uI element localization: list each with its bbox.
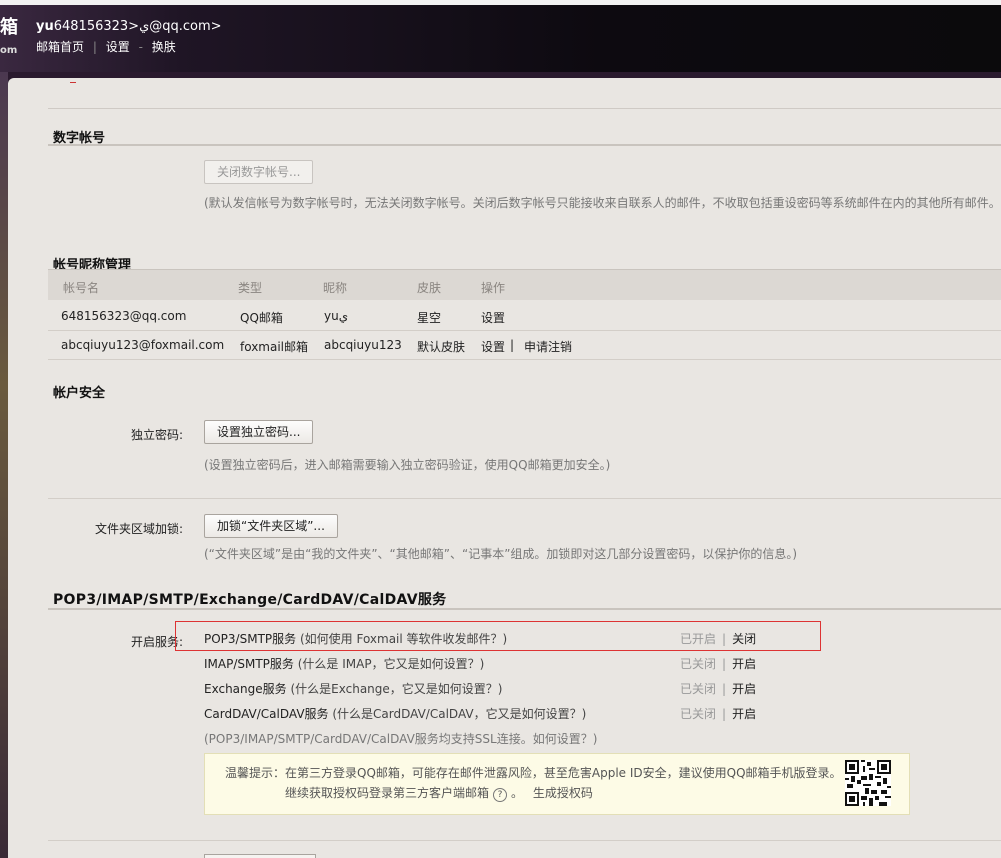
partial-button[interactable] xyxy=(204,854,316,858)
close-digital-account-button[interactable]: 关闭数字帐号... xyxy=(204,160,314,184)
account-name: yu xyxy=(36,19,54,34)
service-status: 已开启 | 关闭 xyxy=(680,630,756,647)
row-skin: 默认皮肤 xyxy=(417,340,466,354)
col-op: 操作 xyxy=(481,281,506,295)
apply-cancel-link[interactable]: 申请注销 xyxy=(524,338,572,355)
nav-separator: - xyxy=(138,40,143,54)
settings-panel: 数字帐号 关闭数字帐号... (默认发信帐号为数字帐号时，无法关闭数字帐号。关闭… xyxy=(8,78,1001,858)
status-text: 已开启 xyxy=(680,632,717,646)
status-separator: | xyxy=(722,657,727,671)
status-separator: | xyxy=(722,682,727,696)
service-pop3: POP3/SMTP服务 (如何使用 Foxmail 等软件收发邮件？) xyxy=(204,630,507,647)
digital-note: (默认发信帐号为数字帐号时，无法关闭数字帐号。关闭后数字帐号只能接收来自联系人的… xyxy=(204,196,1001,210)
row-account: abcqiuyu123@foxmail.com xyxy=(61,338,225,352)
row-settings-link[interactable]: 设置 xyxy=(481,309,505,326)
row-account: 648156323@qq.com xyxy=(61,309,187,323)
generate-auth-code-link[interactable]: 生成授权码 xyxy=(533,786,593,800)
status-separator: | xyxy=(722,632,727,646)
service-help-link[interactable]: (什么是Exchange，它又是如何设置？) xyxy=(290,682,502,696)
toggle-imap-link[interactable]: 开启 xyxy=(732,657,756,671)
toggle-pop3-link[interactable]: 关闭 xyxy=(732,632,756,646)
nav-separator: | xyxy=(92,40,97,54)
service-status: 已关闭 | 开启 xyxy=(680,705,756,722)
qr-code-icon xyxy=(845,760,891,806)
service-imap: IMAP/SMTP服务 (什么是 IMAP，它又是如何设置？) xyxy=(204,655,484,672)
section-divider xyxy=(48,608,1001,610)
logo-subtext: om xyxy=(0,45,18,56)
toggle-exchange-link[interactable]: 开启 xyxy=(732,682,756,696)
independent-password-note: (设置独立密码后，进入邮箱需要输入独立密码验证，使用QQ邮箱更加安全。) xyxy=(204,458,611,472)
logo-fragment: 箱 xyxy=(0,17,18,38)
service-status: 已关闭 | 开启 xyxy=(680,680,756,697)
row-divider xyxy=(48,330,1001,331)
ssl-note: (POP3/IMAP/SMTP/CardDAV/CalDAV服务均支持SSL连接… xyxy=(204,732,598,746)
tip-text-2: 继续获取授权码登录第三方客户端邮箱 xyxy=(285,786,490,800)
account-display: yu648156323>ي@qq.com> xyxy=(36,19,222,34)
folder-lock-label: 文件夹区域加锁: xyxy=(94,522,183,536)
divider xyxy=(48,108,1001,109)
row-type: QQ邮箱 xyxy=(240,311,283,325)
row-skin: 星空 xyxy=(417,311,442,325)
service-carddav: CardDAV/CalDAV服务 (什么是CardDAV/CalDAV，它又是如… xyxy=(204,705,586,722)
service-help-link[interactable]: (如何使用 Foxmail 等软件收发邮件？) xyxy=(300,632,507,646)
col-nick: 昵称 xyxy=(323,281,348,295)
service-help-link[interactable]: (什么是CardDAV/CalDAV，它又是如何设置？) xyxy=(332,707,586,721)
col-skin: 皮肤 xyxy=(417,281,442,295)
top-header: 箱 om yu648156323>ي@qq.com> 邮箱首页 | 设置 - 换… xyxy=(0,0,1001,72)
col-type: 类型 xyxy=(238,281,263,295)
row-type: foxmail邮箱 xyxy=(240,340,309,354)
tip-text: 温馨提示：在第三方登录QQ邮箱，可能存在邮件泄露风险，甚至危害Apple ID安… xyxy=(225,766,842,780)
nav-change-skin[interactable]: 换肤 xyxy=(152,40,176,54)
status-text: 已关闭 xyxy=(680,682,717,696)
service-exchange: Exchange服务 (什么是Exchange，它又是如何设置？) xyxy=(204,680,502,697)
top-nav: 邮箱首页 | 设置 - 换肤 xyxy=(36,38,176,55)
tip-period: 。 xyxy=(511,786,524,800)
service-help-link[interactable]: (什么是 IMAP，它又是如何设置？) xyxy=(298,657,485,671)
section-divider xyxy=(48,144,1001,146)
left-decoration xyxy=(0,72,8,858)
nickname-table-header: 帐号名 类型 昵称 皮肤 操作 xyxy=(48,270,1001,300)
service-status: 已关闭 | 开启 xyxy=(680,655,756,672)
row-divider xyxy=(48,359,1001,360)
tip-line-2: 继续获取授权码登录第三方客户端邮箱?。 生成授权码 xyxy=(285,784,593,802)
independent-password-label: 独立密码: xyxy=(130,428,183,442)
status-separator: | xyxy=(722,707,727,721)
status-text: 已关闭 xyxy=(680,657,717,671)
red-tick xyxy=(70,82,76,83)
lock-folder-area-button[interactable]: 加锁“文件夹区域”... xyxy=(204,514,338,538)
service-name: IMAP/SMTP服务 xyxy=(204,657,294,671)
col-account: 帐号名 xyxy=(63,281,100,295)
toggle-carddav-link[interactable]: 开启 xyxy=(732,707,756,721)
nav-settings[interactable]: 设置 xyxy=(106,40,130,54)
help-circle-icon[interactable]: ? xyxy=(493,788,508,802)
set-independent-password-button[interactable]: 设置独立密码... xyxy=(204,420,314,444)
row-settings-link[interactable]: 设置 xyxy=(481,338,505,355)
row-nick: abcqiuyu123 xyxy=(324,338,402,352)
divider xyxy=(48,840,1001,841)
divider xyxy=(48,498,1001,499)
service-name: POP3/SMTP服务 xyxy=(204,632,297,646)
folder-lock-note: (“文件夹区域”是由“我的文件夹”、“其他邮箱”、“记事本”组成。加锁即对这几部… xyxy=(204,547,798,561)
service-name: Exchange服务 xyxy=(204,682,287,696)
nav-mail-home[interactable]: 邮箱首页 xyxy=(36,40,84,54)
service-name: CardDAV/CalDAV服务 xyxy=(204,707,329,721)
section-title-security: 帐户安全 xyxy=(53,386,106,401)
row-nick: yuي xyxy=(324,309,349,323)
account-email: 648156323>ي@qq.com> xyxy=(53,19,222,34)
section-title-services: POP3/IMAP/SMTP/Exchange/CardDAV/CalDAV服务 xyxy=(53,592,447,608)
warning-tip-box: 温馨提示：在第三方登录QQ邮箱，可能存在邮件泄露风险，甚至危害Apple ID安… xyxy=(204,753,910,815)
status-text: 已关闭 xyxy=(680,707,717,721)
enable-services-label: 开启服务: xyxy=(130,635,183,649)
op-separator: | xyxy=(510,338,515,352)
